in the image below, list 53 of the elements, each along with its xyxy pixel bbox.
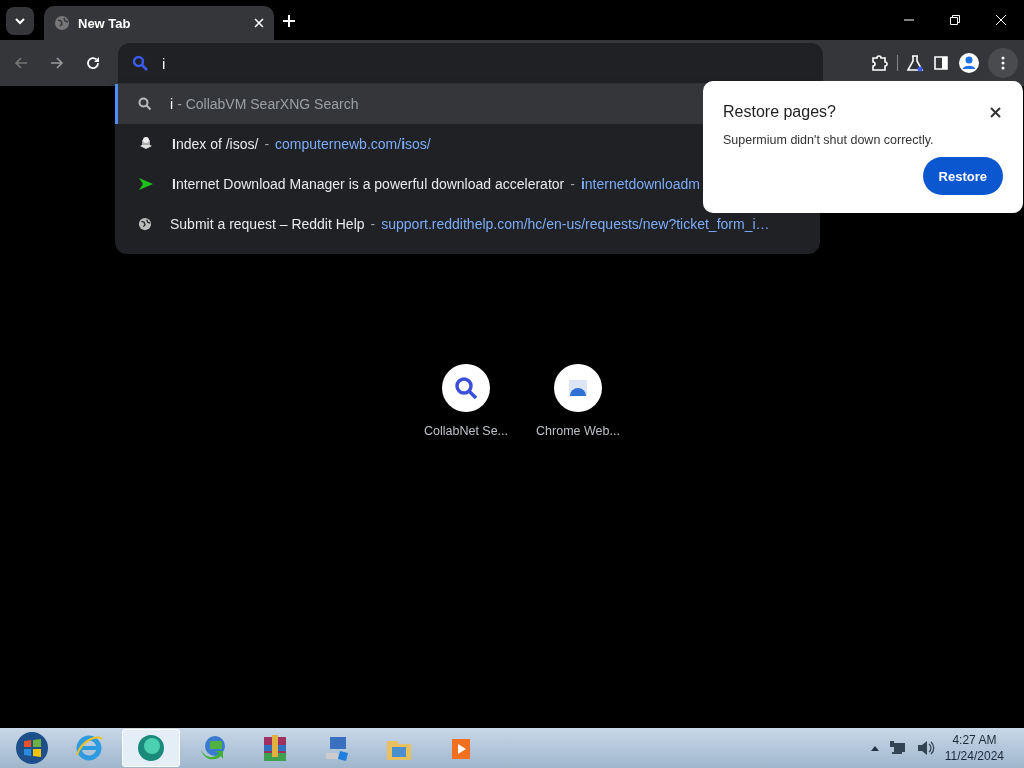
taskbar-app[interactable] (122, 729, 180, 767)
restore-button[interactable]: Restore (922, 157, 1003, 195)
close-icon[interactable] (254, 18, 264, 28)
globe-icon (54, 15, 70, 31)
search-icon (138, 97, 152, 111)
flask-icon[interactable] (906, 54, 924, 72)
forward-icon (50, 56, 64, 70)
tab-search-button[interactable] (6, 7, 34, 35)
search-icon (132, 55, 148, 71)
flag-icon (138, 177, 154, 191)
close-button[interactable] (988, 104, 1003, 120)
suggestion-url: support.reddithelp.com/hc/en-us/requests/new?ticket_form_i… (381, 216, 770, 232)
side-panel-icon[interactable] (932, 54, 950, 72)
speaker-icon[interactable] (916, 740, 935, 756)
suggestion-title: Submit a request – Reddit Help (170, 216, 365, 232)
clock-date: 11/24/2024 (944, 748, 1004, 764)
caret-icon[interactable] (870, 745, 879, 751)
puzzle-icon[interactable] (871, 54, 889, 72)
globe-icon (138, 217, 152, 231)
close-icon (995, 14, 1007, 26)
network-icon[interactable] (888, 740, 907, 756)
reload-icon (86, 56, 100, 70)
back-icon (14, 56, 28, 70)
browser-icon (136, 733, 166, 763)
separator-text: - (264, 136, 270, 152)
suggestion-title: Index of /isos/ (172, 136, 259, 152)
restore-icon (949, 14, 961, 26)
shortcut-label: Chrome Web... (536, 424, 620, 438)
suggestion-item[interactable]: Submit a request – Reddit Help - support.reddithelp.com/hc/en-us/requests/new?ticket_form_i… (115, 204, 820, 244)
shortcut-tile[interactable] (554, 364, 602, 412)
menu-icon (1001, 56, 1005, 70)
suggestion-url: computernewb.com/isos/ (275, 136, 431, 152)
dialog-message: Supermium didn't shut down correctly. (723, 133, 935, 147)
suggestion-description: - CollabVM SearXNG Search (177, 96, 359, 112)
browser-tab[interactable]: New Tab (44, 6, 274, 40)
ie-icon (74, 733, 104, 763)
separator-text: - (370, 216, 376, 232)
address-field[interactable]: i (118, 43, 823, 83)
windows-logo (15, 731, 49, 765)
suggestion-title: Internet Download Manager is a powerful download accelerator (172, 176, 565, 192)
chevron-down-icon (14, 17, 26, 25)
clock-time: 4:27 AM (952, 732, 997, 748)
shortcut-tile[interactable] (442, 364, 490, 412)
profile-icon[interactable] (958, 52, 980, 74)
close-icon (990, 106, 1001, 118)
separator-text: - (570, 176, 575, 192)
plus-icon (282, 14, 296, 28)
suggestion-url: internetdownloadm (580, 176, 700, 192)
shortcut-label: CollabNet Se... (423, 424, 509, 438)
suggestion-item[interactable]: Internet Download Manager is a powerful download accelerator - internetdownloadm (115, 164, 820, 204)
search-icon (454, 376, 478, 400)
menu-button[interactable] (988, 48, 1018, 78)
query-text: i (170, 96, 174, 112)
